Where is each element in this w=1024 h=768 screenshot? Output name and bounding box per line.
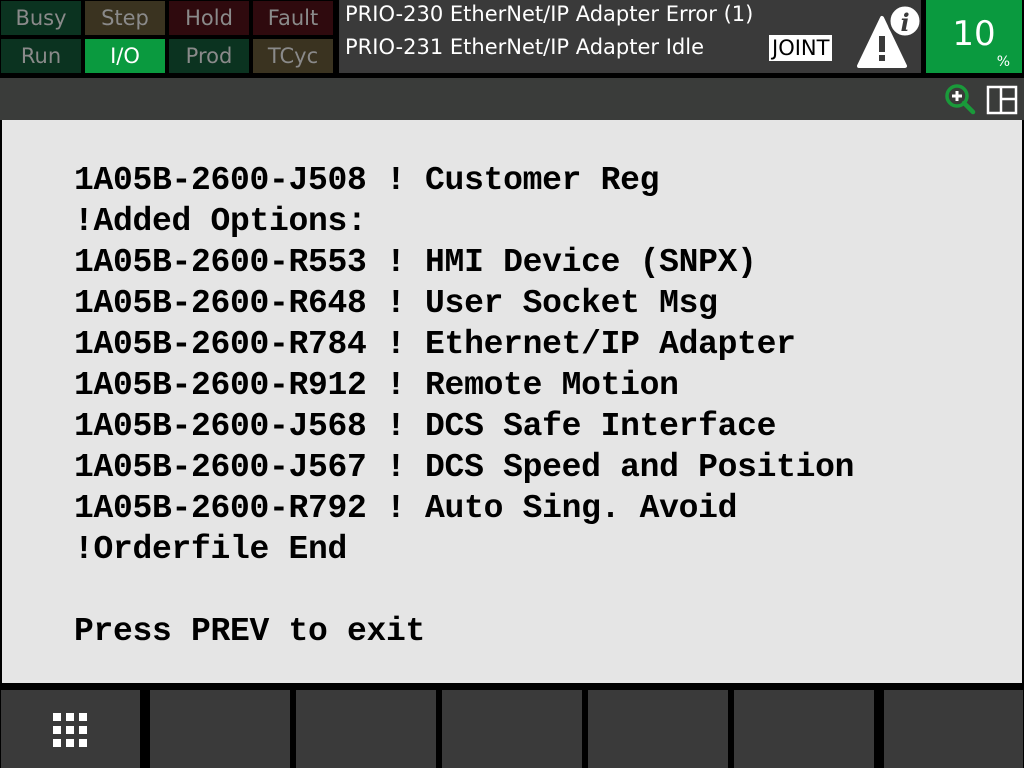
function-key-menu[interactable] (1, 690, 140, 768)
orderfile-line: 1A05B-2600-J508 ! Customer Reg (74, 162, 660, 199)
function-key-bar (0, 690, 1024, 768)
menu-grid-icon (53, 713, 87, 747)
status-hold[interactable]: Hold (169, 1, 249, 35)
alarm-message: PRIO-230 EtherNet/IP Adapter Error (1) (345, 2, 754, 26)
orderfile-line: !Orderfile End (74, 531, 348, 568)
status-tcyc[interactable]: TCyc (253, 39, 333, 73)
function-key-f4[interactable] (588, 690, 728, 768)
orderfile-line (74, 570, 854, 611)
status-busy[interactable]: Busy (1, 1, 81, 35)
function-key-f5[interactable] (734, 690, 874, 768)
status-fault[interactable]: Fault (253, 1, 333, 35)
orderfile-line: 1A05B-2600-R648 ! User Socket Msg (74, 285, 718, 322)
warning-info-icon[interactable]: i (855, 4, 921, 70)
split-layout-icon[interactable] (986, 85, 1018, 115)
function-key-f2[interactable] (296, 690, 436, 768)
override-unit: % (996, 54, 1010, 70)
status-run[interactable]: Run (1, 39, 81, 73)
status-step[interactable]: Step (85, 1, 165, 35)
orderfile-line: 1A05B-2600-R553 ! HMI Device (SNPX) (74, 244, 757, 281)
status-prod[interactable]: Prod (169, 39, 249, 73)
status-io[interactable]: I/O (85, 39, 165, 73)
alarm-panel[interactable]: PRIO-230 EtherNet/IP Adapter Error (1) P… (339, 0, 921, 73)
orderfile-line: 1A05B-2600-R784 ! Ethernet/IP Adapter (74, 326, 796, 363)
orderfile-lines: 1A05B-2600-J508 ! Customer Reg !Added Op… (74, 160, 854, 652)
function-key-f3[interactable] (442, 690, 582, 768)
orderfile-view[interactable]: 1A05B-2600-J508 ! Customer Reg !Added Op… (2, 120, 1022, 683)
zoom-in-icon[interactable] (944, 84, 976, 116)
orderfile-line: 1A05B-2600-J568 ! DCS Safe Interface (74, 408, 777, 445)
function-key-f1[interactable] (150, 690, 290, 768)
speed-override[interactable]: 10 % (926, 0, 1022, 73)
orderfile-line: Press PREV to exit (74, 613, 426, 650)
orderfile-line: 1A05B-2600-R792 ! Auto Sing. Avoid (74, 490, 738, 527)
toolbar (0, 78, 1024, 120)
svg-text:i: i (900, 8, 909, 37)
alarm-message: PRIO-231 EtherNet/IP Adapter Idle (345, 35, 704, 59)
orderfile-line: 1A05B-2600-R912 ! Remote Motion (74, 367, 679, 404)
orderfile-line: !Added Options: (74, 203, 367, 240)
function-key-f6[interactable] (884, 690, 1023, 768)
override-value: 10 (952, 14, 996, 54)
orderfile-line: 1A05B-2600-J567 ! DCS Speed and Position (74, 449, 855, 486)
coord-system-badge[interactable]: JOINT (769, 35, 833, 61)
